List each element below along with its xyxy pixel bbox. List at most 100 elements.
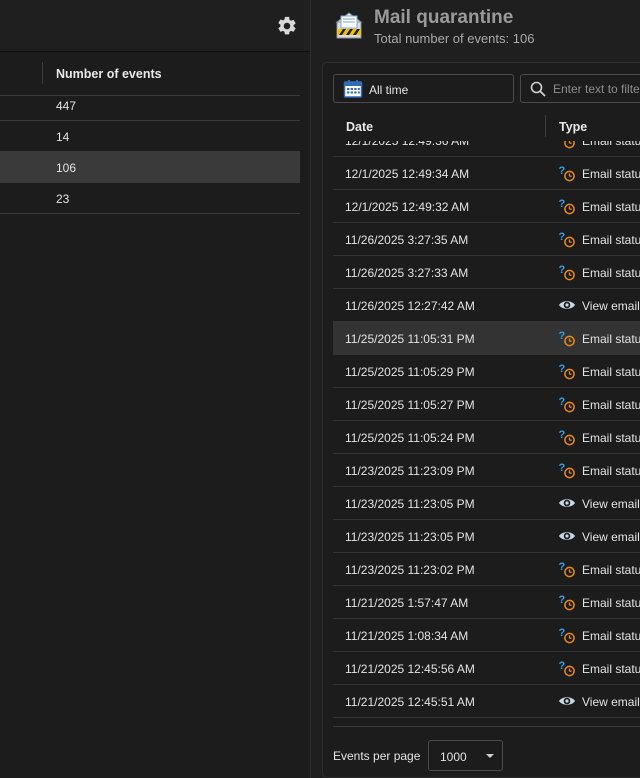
eye-icon [559, 301, 575, 309]
event-type: Email status [582, 563, 640, 577]
table-row[interactable]: 11/25/2025 11:05:31 PM? Email status [333, 322, 640, 355]
event-count: 14 [56, 130, 70, 144]
event-date: 11/21/2025 1:08:34 AM [345, 629, 469, 643]
status-query-icon: ? [559, 561, 575, 578]
status-query-icon: ? [559, 594, 575, 611]
eye-icon [559, 697, 575, 705]
event-type: View email [582, 530, 640, 544]
event-type: Email status [582, 141, 640, 148]
page-title: Mail quarantine [374, 7, 514, 28]
status-query-icon: ? [559, 660, 575, 677]
status-query-icon: ? [559, 264, 575, 281]
eye-icon [559, 499, 575, 507]
event-date: 11/25/2025 11:05:27 PM [345, 398, 475, 412]
events-per-page-select[interactable]: 1000 [428, 740, 503, 771]
column-header-number-of-events[interactable]: Number of events [56, 67, 162, 81]
table-row[interactable]: 23 [0, 183, 300, 214]
table-row[interactable]: 11/25/2025 11:05:29 PM? Email status [333, 355, 640, 388]
left-toolbar [0, 0, 310, 52]
status-query-icon: ? [559, 396, 575, 413]
event-date: 11/21/2025 1:57:47 AM [345, 596, 469, 610]
event-date: 11/25/2025 11:05:24 PM [345, 431, 475, 445]
table-row[interactable]: 12/1/2025 12:49:34 AM? Email status [333, 157, 640, 190]
categories-panel: Number of events 447 14 106 23 [0, 0, 311, 778]
event-date: 11/25/2025 11:05:31 PM [345, 332, 475, 346]
column-header-date[interactable]: Date [346, 120, 373, 134]
gear-icon[interactable] [276, 15, 298, 37]
event-type: View email [582, 695, 640, 709]
event-date: 11/23/2025 11:23:05 PM [345, 530, 475, 544]
table-row[interactable]: 11/26/2025 12:27:42 AM View email [333, 289, 640, 322]
table-row[interactable]: 11/26/2025 3:27:35 AM? Email status [333, 223, 640, 256]
status-query-icon: ? [559, 330, 575, 347]
event-type: Email status [582, 200, 640, 214]
event-type: Email status [582, 365, 640, 379]
table-row[interactable]: 11/25/2025 11:05:27 PM? Email status [333, 388, 640, 421]
event-date: 12/1/2025 12:49:34 AM [345, 167, 470, 181]
event-type: Email status [582, 233, 640, 247]
event-type: Email status [582, 662, 640, 676]
event-type: Email status [582, 332, 640, 346]
chevron-down-icon [486, 754, 494, 758]
event-date: 11/23/2025 11:23:02 PM [345, 563, 475, 577]
calendar-icon [343, 80, 363, 98]
table-row[interactable]: 14 [0, 121, 300, 152]
table-row[interactable]: 11/25/2025 11:05:24 PM? Email status [333, 421, 640, 454]
table-row[interactable]: 11/21/2025 12:45:51 AM View email [333, 685, 640, 718]
table-row[interactable]: 11/26/2025 3:27:33 AM? Email status [333, 256, 640, 289]
event-date: 11/26/2025 3:27:35 AM [345, 233, 469, 247]
table-row[interactable]: 11/23/2025 11:23:09 PM? Email status [333, 454, 640, 487]
search-box[interactable] [520, 74, 640, 103]
eye-icon [559, 532, 575, 540]
event-count: 23 [56, 192, 70, 206]
quarantine-mail-icon [335, 12, 363, 39]
mail-quarantine-panel: Mail quarantine Total number of events: … [312, 0, 640, 778]
status-query-icon: ? [559, 141, 575, 149]
status-query-icon: ? [559, 627, 575, 644]
column-separator[interactable] [42, 62, 43, 84]
event-type: Email status [582, 398, 640, 412]
event-type: Email status [582, 629, 640, 643]
event-date: 12/1/2025 12:49:32 AM [345, 200, 470, 214]
table-row[interactable]: 12/1/2025 12:49:36 AM? Email status [333, 141, 640, 157]
event-date: 12/1/2025 12:49:36 AM [345, 141, 470, 148]
total-events-label: Total number of events: 106 [374, 31, 535, 46]
event-date: 11/25/2025 11:05:29 PM [345, 365, 475, 379]
event-type: Email status [582, 431, 640, 445]
events-per-page-label: Events per page [333, 749, 421, 763]
event-date: 11/23/2025 11:23:05 PM [345, 497, 475, 511]
status-query-icon: ? [559, 165, 575, 182]
table-row[interactable]: 11/23/2025 11:23:02 PM? Email status [333, 553, 640, 586]
table-row[interactable]: 12/1/2025 12:49:32 AM? Email status [333, 190, 640, 223]
table-row[interactable]: 11/23/2025 11:23:05 PM View email [333, 520, 640, 553]
date-range-button[interactable]: All time [333, 74, 514, 103]
table-row[interactable]: 447 [0, 90, 300, 121]
status-query-icon: ? [559, 231, 575, 248]
status-query-icon: ? [559, 363, 575, 380]
event-type: Email status [582, 167, 640, 181]
search-input[interactable] [553, 76, 640, 101]
column-separator[interactable] [545, 115, 546, 137]
event-type: Email status [582, 464, 640, 478]
events-table-body[interactable]: 12/1/2025 12:49:36 AM?Email status12/1/2… [333, 141, 640, 727]
event-date: 11/26/2025 12:27:42 AM [345, 299, 475, 313]
status-query-icon: ? [559, 198, 575, 215]
table-row[interactable]: 11/23/2025 11:23:05 PM View email [333, 487, 640, 520]
events-table-header: Date Type [333, 111, 640, 141]
event-type: View email [582, 299, 640, 313]
status-query-icon: ? [559, 429, 575, 446]
status-query-icon: ? [559, 462, 575, 479]
event-count: 106 [56, 161, 77, 175]
event-date: 11/23/2025 11:23:09 PM [345, 464, 475, 478]
date-range-label: All time [369, 83, 409, 97]
events-card: All time Date Type 12/1/2025 12:49:36 AM… [322, 62, 640, 778]
column-header-type[interactable]: Type [559, 120, 587, 134]
table-row[interactable]: 11/21/2025 1:57:47 AM? Email status [333, 586, 640, 619]
table-divider [333, 726, 640, 727]
event-type: View email [582, 497, 640, 511]
event-type: Email status [582, 596, 640, 610]
table-row[interactable]: 11/21/2025 12:45:56 AM? Email status [333, 652, 640, 685]
table-row[interactable]: 11/21/2025 1:08:34 AM? Email status [333, 619, 640, 652]
table-row[interactable]: 106 [0, 152, 300, 183]
event-type: Email status [582, 266, 640, 280]
